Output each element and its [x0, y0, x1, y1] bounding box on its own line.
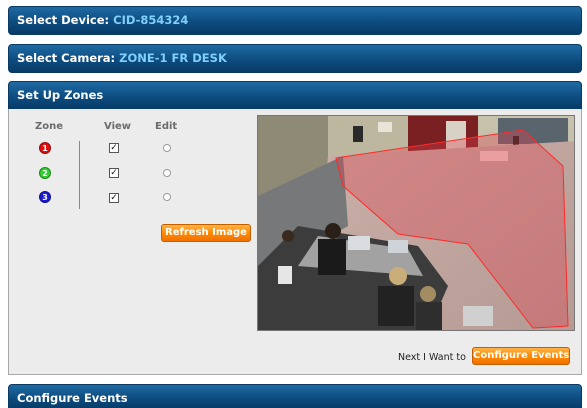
- select-device-value[interactable]: CID-854324: [113, 13, 188, 27]
- zone-column-header: Zone: [35, 121, 64, 132]
- refresh-image-button[interactable]: Refresh Image: [161, 224, 251, 242]
- camera-scene: [258, 116, 574, 330]
- camera-image[interactable]: [257, 115, 575, 331]
- zone-1-edit-radio[interactable]: [163, 144, 171, 152]
- zone-2-view-checkbox[interactable]: ✓: [109, 168, 119, 178]
- edit-column-header: Edit: [155, 121, 178, 132]
- select-camera-bar[interactable]: Select Camera: ZONE-1 FR DESK: [8, 44, 582, 73]
- setup-zones-header: Set Up Zones: [8, 81, 582, 110]
- setup-zones-panel: Zone View Edit 1 ✓ 2 ✓ 3 ✓ Refresh Image: [8, 109, 582, 375]
- select-camera-value[interactable]: ZONE-1 FR DESK: [119, 51, 227, 65]
- next-i-want-to-label: Next I Want to: [398, 352, 466, 363]
- zone-2-edit-radio[interactable]: [163, 169, 171, 177]
- zone-3-view-checkbox[interactable]: ✓: [109, 193, 119, 203]
- zone-1-badge: 1: [39, 142, 51, 154]
- setup-zones-title: Set Up Zones: [17, 88, 104, 102]
- select-camera-label: Select Camera:: [17, 51, 116, 65]
- view-column-header: View: [104, 121, 132, 132]
- configure-events-title: Configure Events: [17, 391, 128, 405]
- zone-column-divider: [79, 141, 80, 209]
- configure-events-button[interactable]: Configure Events: [472, 347, 570, 365]
- zone-2-badge: 2: [39, 167, 51, 179]
- select-device-label: Select Device:: [17, 13, 110, 27]
- zone-3-badge: 3: [39, 191, 51, 203]
- select-device-bar[interactable]: Select Device: CID-854324: [8, 6, 582, 35]
- zone-1-view-checkbox[interactable]: ✓: [109, 143, 119, 153]
- zone-3-edit-radio[interactable]: [163, 193, 171, 201]
- configure-events-header[interactable]: Configure Events: [8, 384, 582, 408]
